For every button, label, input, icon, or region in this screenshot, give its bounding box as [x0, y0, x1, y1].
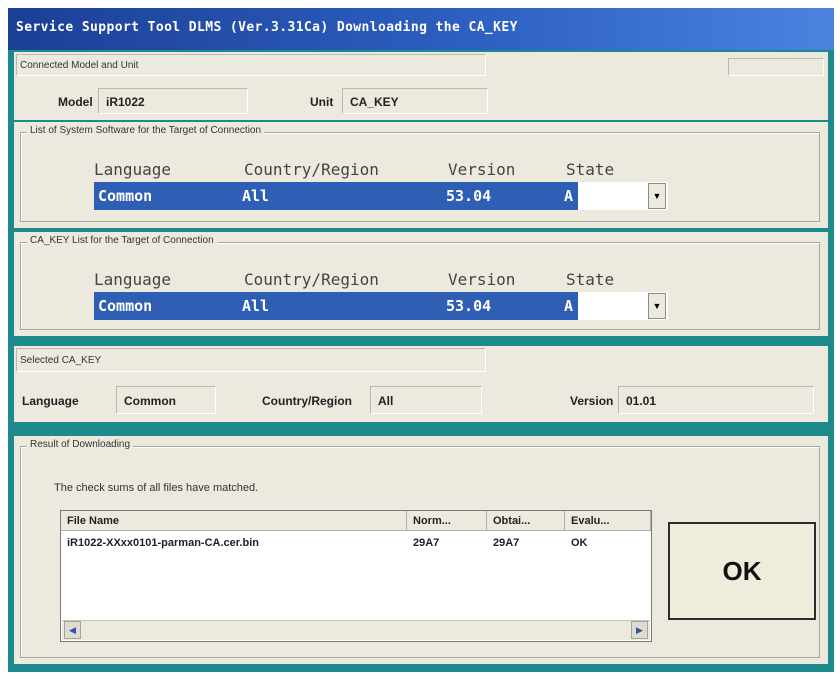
- column-header-file-name[interactable]: File Name: [61, 511, 407, 531]
- country-region-value: All: [378, 394, 394, 408]
- language-label: Language: [22, 394, 79, 408]
- column-header-normal[interactable]: Norm...: [407, 511, 487, 531]
- checksum-message: The check sums of all files have matched…: [54, 482, 259, 494]
- table-cell-file-name[interactable]: iR1022-XXxx0101-parman-CA.cer.bin: [67, 537, 259, 549]
- unit-label: Unit: [310, 95, 334, 109]
- title-bar: Service Support Tool DLMS (Ver.3.31Ca) D…: [8, 8, 834, 50]
- connected-panel: Connected Model and Unit Model iR1022 Un…: [14, 52, 828, 120]
- chevron-down-icon[interactable]: ▼: [648, 293, 666, 319]
- model-value: iR1022: [106, 95, 145, 109]
- window-title: Service Support Tool DLMS (Ver.3.31Ca) D…: [16, 20, 518, 35]
- selected-cakey-section-label: Selected CA_KEY: [20, 355, 102, 366]
- connected-spare-field: [728, 58, 824, 76]
- system-software-panel: List of System Software for the Target o…: [14, 122, 828, 228]
- row-language: Common: [98, 187, 153, 205]
- model-label: Model: [58, 95, 93, 109]
- col-version-header: Version: [448, 160, 516, 179]
- cakey-selected-row[interactable]: Common All 53.04 A: [94, 292, 578, 320]
- col-country-header: Country/Region: [244, 160, 379, 179]
- col-country-header: Country/Region: [244, 270, 379, 289]
- col-language-header: Language: [94, 160, 172, 179]
- result-legend: Result of Downloading: [27, 439, 134, 450]
- language-value: Common: [124, 394, 176, 408]
- system-software-selected-row[interactable]: Common All 53.04 A: [94, 182, 578, 210]
- table-cell-obtained[interactable]: 29A7: [493, 537, 519, 549]
- cakey-list-panel: CA_KEY List for the Target of Connection…: [14, 232, 828, 336]
- row-version: 53.04: [446, 187, 492, 205]
- horizontal-scrollbar[interactable]: ◀ ▶: [62, 620, 650, 640]
- main-window: Service Support Tool DLMS (Ver.3.31Ca) D…: [8, 8, 834, 672]
- version-label: Version: [570, 394, 614, 408]
- result-panel: Result of Downloading The check sums of …: [14, 436, 828, 664]
- unit-value: CA_KEY: [350, 95, 399, 109]
- row-version: 53.04: [446, 297, 492, 315]
- arrow-left-icon[interactable]: ◀: [64, 621, 81, 639]
- version-value: 01.01: [626, 394, 657, 408]
- ok-button-label: OK: [722, 556, 762, 586]
- row-country: All: [242, 187, 270, 205]
- col-version-header: Version: [448, 270, 516, 289]
- result-file-list[interactable]: File Name Norm... Obtai... Evalu... iR10…: [60, 510, 652, 642]
- ok-button[interactable]: OK: [668, 522, 816, 620]
- system-software-legend: List of System Software for the Target o…: [27, 125, 265, 136]
- column-header-evaluation[interactable]: Evalu...: [565, 511, 651, 531]
- row-state: A: [564, 187, 574, 205]
- row-state: A: [564, 297, 574, 315]
- row-language: Common: [98, 297, 153, 315]
- column-header-obtained[interactable]: Obtai...: [487, 511, 565, 531]
- connected-section-label: Connected Model and Unit: [20, 60, 139, 71]
- table-cell-evaluation[interactable]: OK: [571, 537, 588, 549]
- col-state-header: State: [566, 160, 615, 179]
- table-cell-normal[interactable]: 29A7: [413, 537, 439, 549]
- country-region-label: Country/Region: [262, 394, 352, 408]
- col-state-header: State: [566, 270, 615, 289]
- col-language-header: Language: [94, 270, 172, 289]
- selected-cakey-panel: Selected CA_KEY Language Common Country/…: [14, 346, 828, 422]
- chevron-down-icon[interactable]: ▼: [648, 183, 666, 209]
- row-country: All: [242, 297, 270, 315]
- arrow-right-icon[interactable]: ▶: [631, 621, 648, 639]
- cakey-list-legend: CA_KEY List for the Target of Connection: [27, 235, 217, 246]
